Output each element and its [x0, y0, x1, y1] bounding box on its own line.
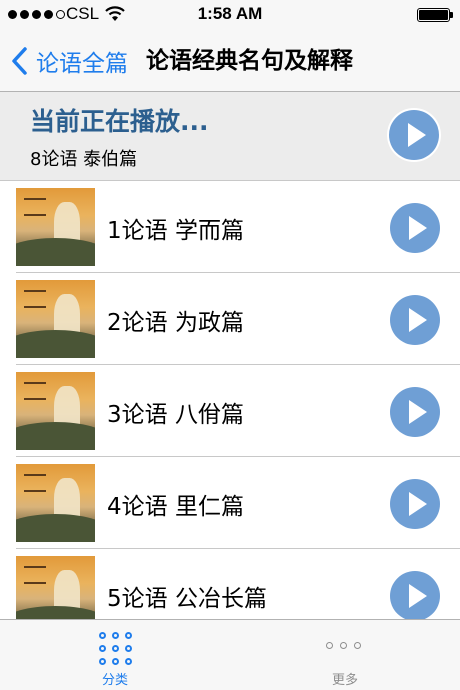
now-playing-track: 8论语 泰伯篇	[30, 149, 138, 170]
navigation-bar: 论语全篇 论语经典名句及解释	[0, 30, 460, 92]
confucius-thumbnail	[16, 280, 95, 358]
tab-label: 更多	[331, 673, 358, 688]
confucius-thumbnail	[16, 556, 95, 619]
list-item-title: 1论语 学而篇	[107, 218, 244, 244]
play-button[interactable]	[390, 203, 440, 253]
status-time: 1:58 AM	[197, 4, 263, 23]
now-playing-play-button[interactable]	[389, 110, 439, 160]
page-title: 论语经典名句及解释	[146, 48, 353, 74]
now-playing-panel[interactable]: 当前正在播放... 8论语 泰伯篇	[0, 92, 460, 181]
chapter-list: 1论语 学而篇 2论语 为政篇 3论语 八佾篇 4论语 里仁篇 5论语 公冶长篇	[0, 181, 460, 619]
play-button[interactable]	[390, 571, 440, 619]
back-button-label: 论语全篇	[36, 51, 128, 77]
battery-icon	[417, 8, 453, 22]
play-button[interactable]	[390, 479, 440, 529]
confucius-thumbnail	[16, 464, 95, 542]
back-button[interactable]: 论语全篇	[10, 44, 128, 78]
list-item-title: 4论语 里仁篇	[107, 494, 244, 520]
list-item-title: 2论语 为政篇	[107, 310, 244, 336]
list-item-title: 3论语 八佾篇	[107, 402, 244, 428]
more-icon	[326, 642, 361, 649]
tab-categories[interactable]: 分类	[55, 620, 175, 690]
list-item-title: 5论语 公冶长篇	[107, 586, 267, 612]
play-button[interactable]	[390, 295, 440, 345]
confucius-thumbnail	[16, 372, 95, 450]
list-item[interactable]: 2论语 为政篇	[0, 273, 460, 365]
tab-label: 分类	[101, 673, 128, 688]
list-item[interactable]: 5论语 公冶长篇	[0, 549, 460, 619]
confucius-thumbnail	[16, 188, 95, 266]
now-playing-label: 当前正在播放...	[30, 107, 209, 136]
tab-bar: 分类 更多	[0, 619, 460, 690]
play-button[interactable]	[390, 387, 440, 437]
list-item[interactable]: 1论语 学而篇	[0, 181, 460, 273]
list-item[interactable]: 3论语 八佾篇	[0, 365, 460, 457]
chevron-left-icon	[12, 47, 27, 75]
grid-icon	[99, 632, 132, 665]
status-bar: CSL 1:58 AM	[0, 0, 460, 30]
tab-more[interactable]: 更多	[285, 620, 405, 690]
list-item[interactable]: 4论语 里仁篇	[0, 457, 460, 549]
